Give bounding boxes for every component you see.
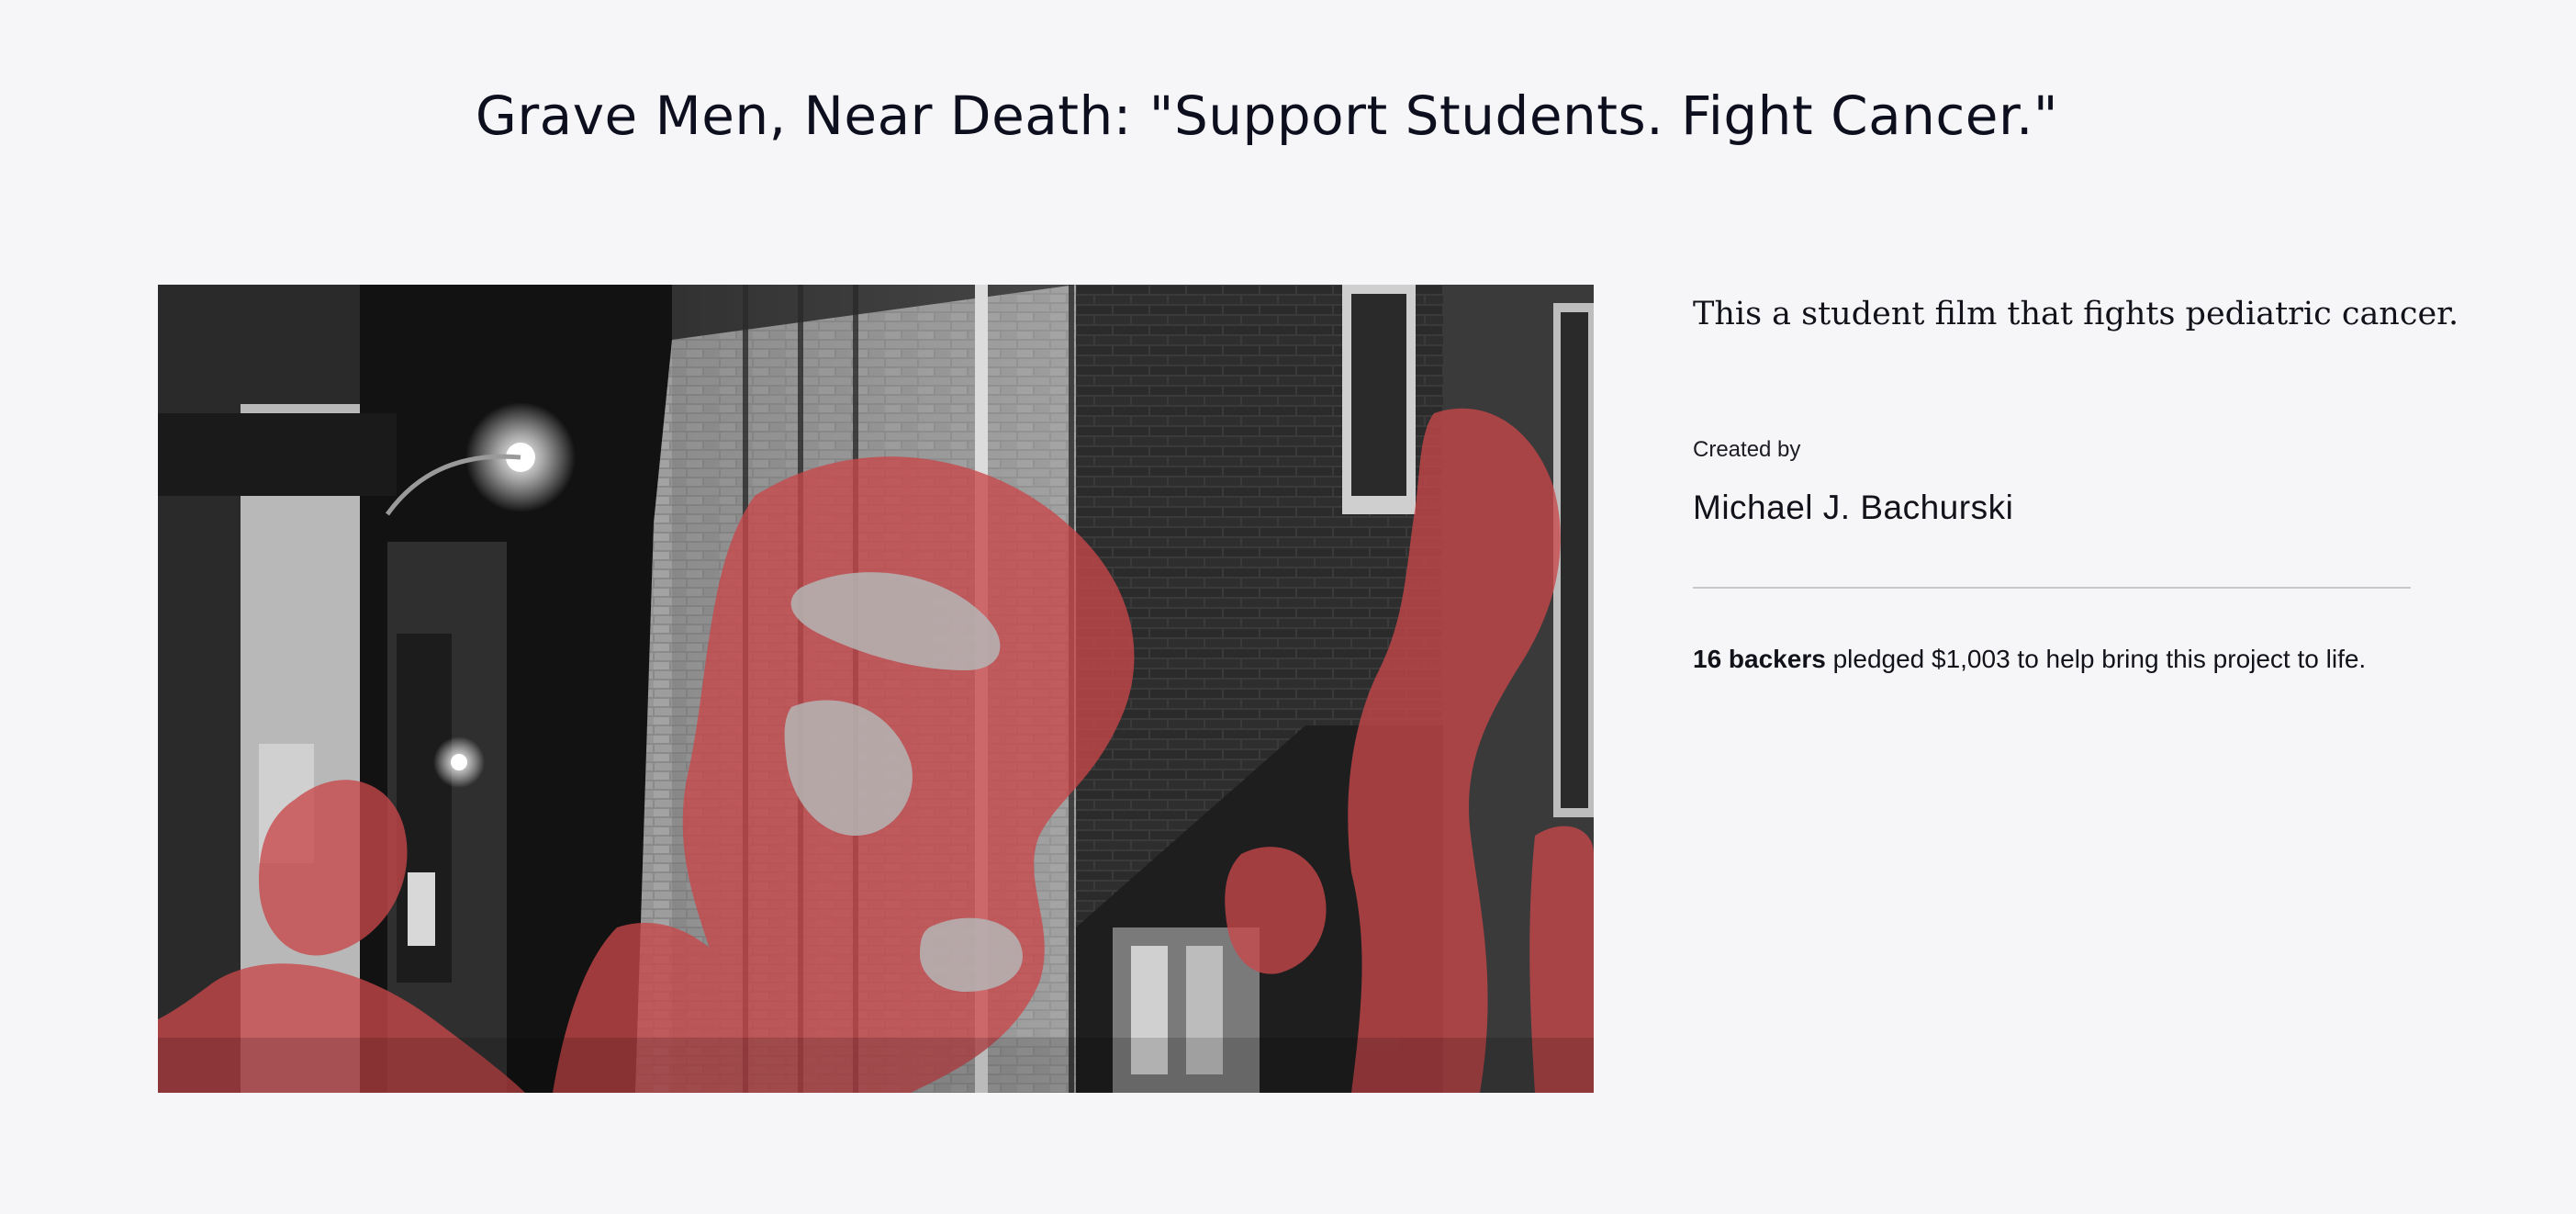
created-by-label: Created by <box>1693 437 1801 462</box>
project-blurb: This a student film that fights pediatri… <box>1693 296 2459 332</box>
divider <box>1693 587 2411 589</box>
creator-name-link[interactable]: Michael J. Bachurski <box>1693 485 2013 531</box>
project-hero-image[interactable] <box>158 285 1594 1093</box>
funding-summary: 16 backers pledged $1,003 to help bring … <box>1693 641 2366 678</box>
page-title: Grave Men, Near Death: "Support Students… <box>475 84 2059 147</box>
pledge-text: pledged $1,003 to help bring this projec… <box>1825 645 2367 673</box>
backers-count: 16 backers <box>1693 645 1826 673</box>
alley-poster-image <box>158 285 1594 1093</box>
